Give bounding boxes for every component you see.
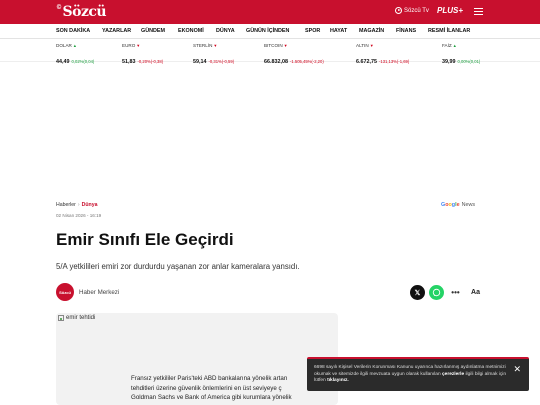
publish-date: 02 Nisan 2026 - 16:19 xyxy=(56,213,102,218)
google-news-link[interactable]: Google News xyxy=(441,202,475,208)
nav-spor[interactable]: SPOR xyxy=(305,28,320,34)
sozcu-tv-link[interactable]: Sözcü Tv xyxy=(395,7,429,14)
nav-ekonomi[interactable]: EKONOMİ xyxy=(178,28,204,34)
author-name: Haber Merkezi xyxy=(79,288,120,296)
close-icon[interactable]: ✕ xyxy=(513,365,521,374)
arrow-up-icon: ▲ xyxy=(72,43,77,48)
font-size-button[interactable]: Aa xyxy=(468,285,483,300)
whatsapp-icon xyxy=(432,288,441,297)
play-icon xyxy=(395,7,402,14)
site-logo[interactable]: ©Sözcü xyxy=(56,4,107,20)
ticker-item-euro[interactable]: EURO▼ 51,83 -0,20%(-0,38) xyxy=(122,43,163,68)
google-logo: Google xyxy=(441,202,460,208)
arrow-up-icon: ▲ xyxy=(452,43,457,48)
market-ticker: DOLAR▲ 44,49 0,02%(0,04) EURO▼ 51,83 -0,20… xyxy=(0,40,540,65)
arrow-down-icon: ▼ xyxy=(213,43,218,48)
arrow-down-icon: ▼ xyxy=(136,43,141,48)
breadcrumb-separator: › xyxy=(77,202,80,208)
click-here-link[interactable]: tıklayınız. xyxy=(327,378,349,383)
nav-hayat[interactable]: HAYAT xyxy=(330,28,347,34)
ticker-item-sterlin[interactable]: STERLİN▼ 59,14 -0,31%(-0,59) xyxy=(193,43,234,68)
author-avatar: Sözcü xyxy=(56,283,74,301)
ticker-item-dolar[interactable]: DOLAR▲ 44,49 0,02%(0,04) xyxy=(56,43,94,68)
ticker-item-bitcoin[interactable]: BITCOIN▼ 66.832,08 -1.505,45%(-2,20) xyxy=(264,43,324,68)
cookie-notice: 6698 sayılı Kişisel Verilerin Korunması … xyxy=(307,357,529,391)
article-image-alt: emir tehtidi xyxy=(58,315,95,321)
nav-magazin[interactable]: MAGAZİN xyxy=(359,28,384,34)
nav-gunun-icinden[interactable]: GÜNÜN İÇİNDEN xyxy=(246,28,289,34)
nav-son-dakika[interactable]: SON DAKİKA xyxy=(56,28,90,34)
nav-finans[interactable]: FİNANS xyxy=(396,28,416,34)
nav-dunya[interactable]: DÜNYA xyxy=(216,28,235,34)
share-whatsapp-button[interactable] xyxy=(429,285,444,300)
arrow-down-icon: ▼ xyxy=(283,43,288,48)
breadcrumb: Haberler › Dünya xyxy=(56,202,98,208)
article-title: Emir Sınıfı Ele Geçirdi xyxy=(56,230,234,249)
more-options-button[interactable]: ••• xyxy=(448,285,463,300)
share-x-button[interactable]: 𝕏 xyxy=(410,285,425,300)
plus-link[interactable]: PLUS+ xyxy=(437,6,463,15)
ticker-item-altin[interactable]: ALTIN▼ 6.672,75 -131,13%(-1,69) xyxy=(356,43,409,68)
arrow-down-icon: ▼ xyxy=(369,43,374,48)
author-block[interactable]: Sözcü Haber Merkezi xyxy=(56,283,119,301)
main-nav: SON DAKİKA YAZARLAR GÜNDEM EKONOMİ DÜNYA… xyxy=(0,24,540,39)
article-summary: 5/A yetkilileri emiri zor durdurdu yaşan… xyxy=(56,262,300,271)
breadcrumb-dunya[interactable]: Dünya xyxy=(82,202,98,208)
breadcrumb-haberler[interactable]: Haberler xyxy=(56,202,76,208)
cookies-link[interactable]: çerezlerle xyxy=(442,372,464,377)
ticker-item-faiz[interactable]: FAİZ▲ 39,99 0,00%(0,01) xyxy=(442,43,480,68)
hamburger-menu-icon[interactable] xyxy=(474,8,483,15)
broken-image-icon xyxy=(58,315,64,321)
top-header: ©Sözcü Sözcü Tv PLUS+ xyxy=(0,0,540,24)
nav-resmi-ilanlar[interactable]: RESMİ İLANLAR xyxy=(428,28,470,34)
nav-gundem[interactable]: GÜNDEM xyxy=(141,28,165,34)
nav-yazarlar[interactable]: YAZARLAR xyxy=(102,28,131,34)
